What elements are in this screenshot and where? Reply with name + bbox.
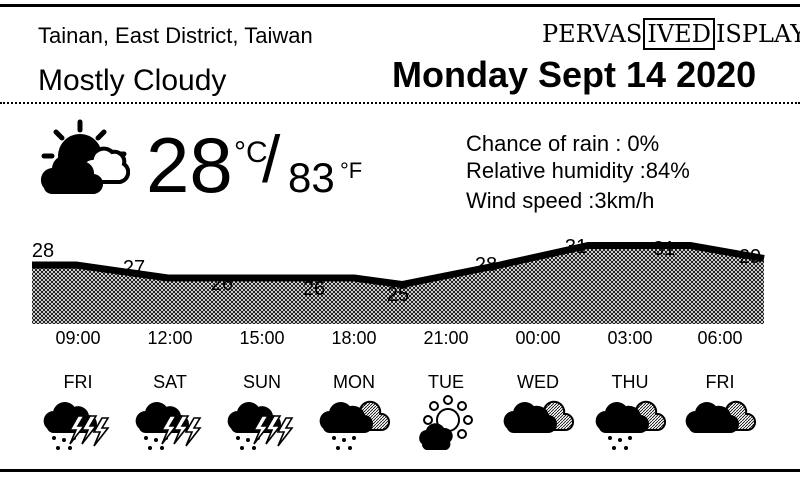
bottom-border [0, 469, 800, 472]
partly-cloudy-night-icon [40, 119, 130, 195]
daily-day-label: FRI [63, 372, 93, 392]
daily-day-label: FRI [705, 372, 735, 392]
hourly-time-label: 06:00 [697, 328, 743, 348]
hourly-time-label: 09:00 [55, 328, 101, 348]
chance-of-rain: Chance of rain : 0% [466, 131, 660, 156]
daily-day-label: TUE [428, 372, 464, 392]
relative-humidity: Relative humidity :84% [466, 158, 690, 183]
hourly-temp-label: 28 [31, 240, 55, 262]
daily-day-label: SAT [153, 372, 187, 392]
temperature-celsius: 28 [146, 121, 233, 209]
date-label: Monday Sept 14 2020 [392, 54, 757, 95]
hourly-temp-label: 28 [474, 254, 498, 276]
hourly-time-label: 18:00 [331, 328, 377, 348]
thunderstorm-icon [43, 402, 110, 450]
daily-day-label: SUN [242, 372, 282, 392]
temperature-graph [32, 242, 765, 324]
condition-label: Mostly Cloudy [38, 64, 227, 97]
hourly-temp-label: 27 [122, 257, 146, 279]
top-border [0, 4, 800, 7]
daily-day-label: WED [517, 372, 559, 392]
hourly-time-label: 12:00 [147, 328, 193, 348]
thunderstorm-icon [135, 402, 202, 450]
cloudy-icon [503, 400, 575, 433]
hourly-time-label: 21:00 [423, 328, 469, 348]
hourly-temp-label: 26 [210, 273, 234, 295]
temperature-separator: / [262, 122, 281, 196]
daily-day-label: MON [333, 372, 375, 392]
partly-cloudy-icon [419, 395, 473, 450]
hourly-temp-label: 26 [302, 278, 326, 300]
cloudy-icon [685, 400, 757, 433]
hourly-temp-label: 31 [564, 236, 588, 258]
hourly-time-label: 03:00 [607, 328, 653, 348]
hourly-temp-label: 25 [386, 284, 410, 306]
hourly-time-label: 00:00 [515, 328, 561, 348]
brand-logo: PERVASIVEDISPLAYS [542, 18, 800, 50]
hourly-temp-label: 31 [652, 238, 676, 260]
divider [0, 102, 800, 104]
hourly-time-label: 15:00 [239, 328, 285, 348]
daily-day-label: THU [611, 372, 649, 392]
location-label: Tainan, East District, Taiwan [38, 23, 313, 48]
temperature-fahrenheit: 83 [288, 154, 335, 201]
thunderstorm-icon [227, 402, 294, 450]
rain-icon [319, 400, 391, 450]
rain-icon [595, 400, 667, 450]
fahrenheit-unit: °F [340, 158, 363, 183]
hourly-temp-label: 29 [738, 246, 762, 268]
wind-speed: Wind speed :3km/h [466, 188, 655, 213]
